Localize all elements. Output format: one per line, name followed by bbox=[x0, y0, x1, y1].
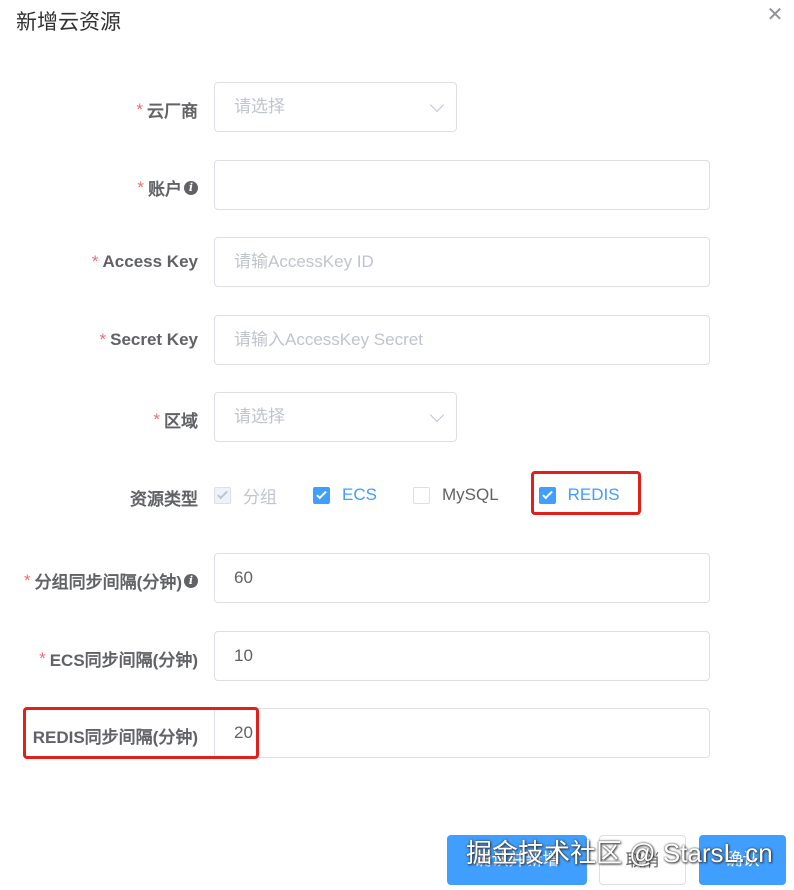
required-mark: * bbox=[39, 648, 46, 668]
info-icon[interactable]: i bbox=[184, 573, 198, 588]
ecs-interval-input[interactable]: 10 bbox=[214, 631, 710, 681]
checkbox[interactable] bbox=[313, 486, 330, 504]
chevron-down-icon bbox=[429, 97, 445, 113]
provider-label: * 云厂商 bbox=[136, 99, 198, 122]
checkbox-group: 分组 bbox=[214, 483, 277, 508]
region-label: * 区域 bbox=[153, 409, 198, 432]
checkbox-mysql[interactable]: MySQL bbox=[412, 485, 499, 505]
secret-key-input[interactable]: 请输入AccessKey Secret bbox=[214, 315, 710, 365]
watermark: 掘金技术社区 @ StarsL.cn bbox=[466, 838, 773, 868]
account-label: * 账户 i bbox=[137, 175, 198, 200]
resource-type-label: 资源类型 bbox=[130, 490, 198, 509]
required-mark: * bbox=[91, 252, 99, 271]
ecs-interval-label: * ECS同步间隔(分钟) bbox=[39, 648, 198, 671]
info-icon[interactable]: i bbox=[184, 180, 198, 195]
required-mark: * bbox=[137, 177, 144, 197]
access-key-input[interactable]: 请输AccessKey ID bbox=[214, 237, 710, 287]
required-mark: * bbox=[136, 99, 143, 119]
required-mark: * bbox=[99, 330, 107, 349]
group-interval-input[interactable]: 60 bbox=[214, 553, 710, 603]
group-interval-label: * 分组同步间隔(分钟) i bbox=[24, 568, 198, 593]
dialog-title: 新增云资源 bbox=[16, 11, 121, 34]
required-mark: * bbox=[153, 409, 160, 429]
checkbox[interactable] bbox=[412, 486, 430, 504]
provider-select[interactable]: 请选择 bbox=[214, 82, 457, 132]
chevron-down-icon bbox=[429, 407, 445, 423]
access-key-label: * Access Key bbox=[91, 252, 198, 271]
region-select[interactable]: 请选择 bbox=[214, 392, 457, 442]
close-icon[interactable]: ✕ bbox=[764, 4, 786, 26]
redis-interval-input[interactable]: 20 bbox=[214, 708, 710, 758]
redis-checkbox-highlight bbox=[531, 471, 641, 515]
redis-interval-highlight bbox=[23, 707, 259, 759]
secret-key-label: * Secret Key bbox=[99, 330, 198, 349]
account-select[interactable] bbox=[214, 160, 710, 210]
checkbox-ecs[interactable]: ECS bbox=[313, 485, 377, 505]
required-mark: * bbox=[24, 570, 31, 590]
checkbox bbox=[214, 486, 231, 504]
